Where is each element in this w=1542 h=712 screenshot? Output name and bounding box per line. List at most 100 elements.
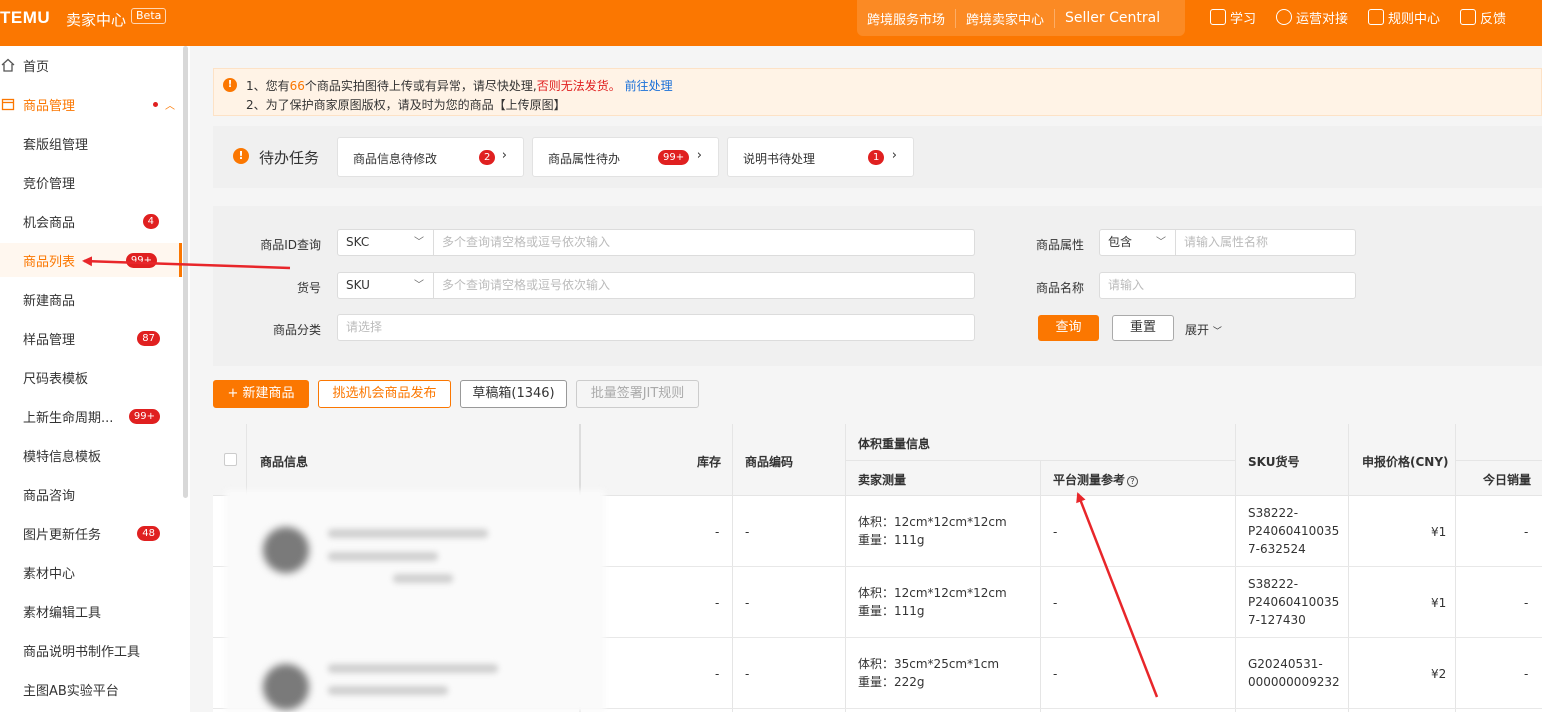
product-id-label: 商品ID查询	[260, 238, 321, 252]
product-thumbnail[interactable]	[263, 664, 309, 710]
chevron-down-icon: ﹀	[414, 237, 424, 248]
sidebar-item-image-update[interactable]: 图片更新任务 48	[0, 516, 182, 550]
pick-opportunity-button[interactable]: 挑选机会商品发布	[318, 380, 451, 408]
nav-cross-border-center[interactable]: 跨境卖家中心	[956, 8, 1056, 28]
todo-title: 待办任务	[259, 149, 320, 167]
sidebar-item-label: 模特信息模板	[23, 449, 102, 465]
col-seller-measure: 卖家测量	[858, 473, 907, 487]
cell-code: -	[745, 525, 750, 539]
expand-label: 展开	[1185, 323, 1210, 337]
todo-panel: ! 待办任务 商品信息待修改 2 › 商品属性待办 99+ › 说明书待处理 1…	[213, 126, 1542, 188]
help-icon[interactable]: ?	[1127, 476, 1139, 487]
chevron-right-icon: ›	[501, 148, 507, 163]
category-select[interactable]: 请选择	[337, 314, 975, 341]
feedback-label: 反馈	[1480, 11, 1507, 27]
sidebar-item-template-group[interactable]: 套版组管理	[0, 126, 182, 160]
todo-card-manual[interactable]: 说明书待处理 1 ›	[727, 137, 914, 177]
attribute-input[interactable]: 请输入属性名称	[1176, 229, 1356, 256]
count-badge: 99+	[125, 252, 157, 268]
reset-button[interactable]: 重置	[1112, 315, 1174, 341]
nav-service-market[interactable]: 跨境服务市场	[857, 8, 957, 28]
cell-weight: 重量：111g	[858, 533, 925, 547]
rules-link[interactable]: 规则中心	[1368, 8, 1440, 27]
learn-link[interactable]: 学习	[1210, 8, 1256, 27]
sku-input[interactable]: 多个查询请空格或逗号依次输入	[434, 272, 975, 299]
sku-type-select[interactable]: SKU ﹀	[337, 272, 434, 299]
cell-sku-2: P24060410035	[1248, 524, 1340, 538]
sidebar-item-label: 素材编辑工具	[23, 605, 102, 621]
sidebar-item-label: 首页	[23, 59, 50, 75]
sidebar-item-lifecycle[interactable]: 上新生命周期... 99+	[0, 399, 182, 433]
cell-platform: -	[1053, 525, 1058, 539]
col-volume-weight: 体积重量信息	[858, 437, 931, 451]
sidebar-item-label: 主图AB实验平台	[23, 683, 119, 699]
attribute-type-select[interactable]: 包含 ﹀	[1099, 229, 1176, 256]
cell-sales: -	[1524, 525, 1529, 539]
product-icon	[1, 98, 15, 111]
count-badge: 87	[137, 330, 160, 346]
blurred-text	[328, 552, 438, 561]
cell-sales: -	[1524, 667, 1529, 681]
sidebar-item-samples[interactable]: 样品管理 87	[0, 321, 182, 355]
sidebar-item-home[interactable]: 首页	[0, 48, 182, 82]
sidebar-item-label: 机会商品	[23, 215, 76, 231]
sidebar-item-new-product[interactable]: 新建商品	[0, 282, 182, 316]
new-product-button[interactable]: + 新建商品	[213, 380, 309, 408]
cell-sku-2: P24060410035	[1248, 595, 1340, 609]
cell-sales: -	[1524, 596, 1529, 610]
cell-price: ¥1	[1431, 596, 1447, 610]
select-all-checkbox[interactable]	[224, 453, 237, 466]
sidebar-item-model-info[interactable]: 模特信息模板	[0, 438, 182, 472]
sidebar-item-materials[interactable]: 素材中心	[0, 555, 182, 589]
sidebar-item-manual-tool[interactable]: 商品说明书制作工具	[0, 633, 182, 667]
sidebar-item-label: 新建商品	[23, 293, 76, 309]
sidebar-item-ab-test[interactable]: 主图AB实验平台	[0, 672, 182, 706]
col-platform-measure-label: 平台测量参考	[1053, 473, 1126, 487]
product-name-input[interactable]: 请输入	[1099, 272, 1356, 299]
sidebar-item-label: 套版组管理	[23, 137, 89, 153]
sidebar-item-consult[interactable]: 商品咨询	[0, 477, 182, 511]
sidebar-item-opportunity[interactable]: 机会商品 4	[0, 204, 182, 238]
sidebar-item-material-editor[interactable]: 素材编辑工具	[0, 594, 182, 628]
select-value: 包含	[1108, 235, 1133, 249]
temu-logo[interactable]: TEMU	[0, 8, 50, 28]
product-id-input[interactable]: 多个查询请空格或逗号依次输入	[434, 229, 975, 256]
ops-link[interactable]: 运营对接	[1276, 8, 1348, 27]
top-bar: TEMU 卖家中心 Beta 跨境服务市场 跨境卖家中心 Seller Cent…	[0, 0, 1542, 46]
sidebar-item-label: 商品列表	[23, 254, 76, 270]
col-product-code: 商品编码	[745, 455, 794, 469]
home-icon	[1, 58, 15, 72]
drafts-button[interactable]: 草稿箱(1346)	[460, 380, 567, 408]
table-header: 商品信息 库存 商品编码 体积重量信息 卖家测量 平台测量参考? SKU货号 申…	[213, 424, 1542, 496]
warning-icon: !	[223, 78, 237, 92]
expand-toggle[interactable]: 展开 ﹀	[1185, 321, 1222, 338]
cell-sku-3: 7-632524	[1248, 542, 1306, 556]
chevron-up-icon: ︿	[165, 100, 175, 112]
col-sku-no: SKU货号	[1248, 455, 1300, 469]
col-product-info: 商品信息	[260, 455, 309, 469]
book-icon	[1210, 9, 1226, 25]
sidebar-item-size-chart[interactable]: 尺码表模板	[0, 360, 182, 394]
alert-icon: !	[233, 148, 249, 164]
sidebar-item-product-list[interactable]: 商品列表 99+	[0, 243, 182, 277]
count-badge: 99+	[128, 408, 160, 424]
notice-line-2: 2、为了保护商家原图版权，请及时为您的商品【上传原图】	[246, 98, 566, 112]
sidebar-item-product-management[interactable]: 商品管理 ︿	[0, 87, 182, 121]
sidebar-item-bidding[interactable]: 竞价管理	[0, 165, 182, 199]
notice-text: 1、您有	[246, 79, 290, 93]
divider	[246, 424, 247, 496]
col-stock[interactable]: 库存	[697, 453, 721, 470]
feedback-link[interactable]: 反馈	[1460, 8, 1506, 27]
product-thumbnail[interactable]	[263, 527, 309, 573]
query-button[interactable]: 查询	[1038, 315, 1099, 341]
product-id-type-select[interactable]: SKC ﹀	[337, 229, 434, 256]
nav-seller-central[interactable]: Seller Central	[1055, 10, 1170, 26]
go-handle-link[interactable]: 前往处理	[625, 79, 673, 93]
todo-card-attributes[interactable]: 商品属性待办 99+ ›	[532, 137, 719, 177]
sidebar-item-label: 竞价管理	[23, 176, 76, 192]
sidebar-scrollbar[interactable]	[183, 46, 188, 498]
divider	[1456, 460, 1542, 461]
cell-weight: 重量：111g	[858, 604, 925, 618]
notice-warning-text: 否则无法发货。	[536, 79, 621, 93]
todo-card-info-edit[interactable]: 商品信息待修改 2 ›	[337, 137, 524, 177]
